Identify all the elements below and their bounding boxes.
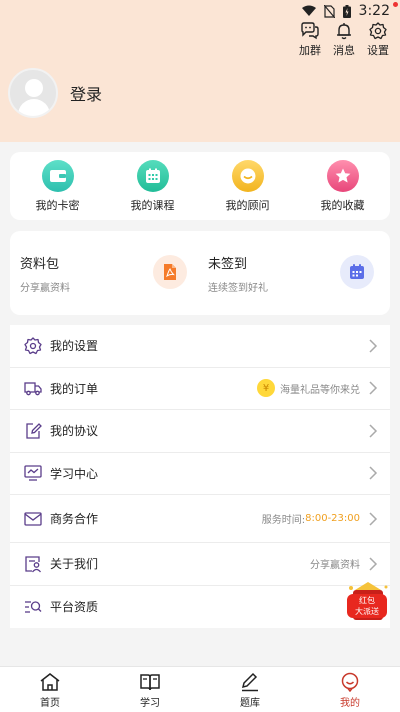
book-icon [140, 674, 160, 691]
list-search-icon [25, 601, 42, 613]
resource-pack-subtitle: 分享赢资料 [20, 283, 70, 294]
gear-icon [369, 22, 387, 40]
my-advisor-button[interactable]: 我的顾问 [208, 159, 288, 213]
menu-about-us[interactable]: 关于我们 分享赢资料 [10, 543, 390, 586]
avatar[interactable] [8, 68, 58, 118]
calendar-check-icon [340, 255, 374, 289]
coin-icon: ¥ [257, 379, 275, 398]
my-cards-button[interactable]: 我的卡密 [18, 159, 98, 213]
star-icon [326, 159, 359, 192]
menu-business-cooperation-label: 商务合作 [50, 512, 99, 526]
service-hours: 服务时间: 8:00-23:00 [261, 513, 360, 526]
settings-menu: 我的设置 我的订单 ¥ 海量礼品等你来兑 我的协议 学习中心 商务合作 服务时间:… [10, 325, 390, 628]
tab-home-label: 首页 [40, 698, 60, 709]
red-packet-tag: 红包 大派送 [347, 594, 387, 618]
chevron-right-icon [369, 511, 378, 526]
menu-platform-qualifications[interactable]: 平台资质 [10, 586, 390, 629]
my-courses-button[interactable]: 我的课程 [113, 159, 193, 213]
profile-header: 3:22 加群 消息 设置 登录 [0, 0, 400, 142]
orders-promo-text: 海量礼品等你来兑 [280, 384, 360, 396]
mail-icon [24, 511, 42, 526]
check-in-subtitle: 连续签到好礼 [208, 283, 268, 294]
messages-label: 消息 [333, 44, 355, 57]
menu-my-orders-label: 我的订单 [50, 381, 99, 396]
chat-smile-icon [231, 159, 264, 192]
my-courses-label: 我的课程 [130, 198, 175, 212]
check-in-button[interactable]: 未签到 连续签到好礼 [208, 231, 383, 315]
menu-learning-center-label: 学习中心 [50, 466, 99, 481]
features-card: 资料包 分享赢资料 未签到 连续签到好礼 [10, 231, 390, 315]
tab-question-bank[interactable]: 题库 [200, 667, 300, 712]
chevron-right-icon [369, 424, 378, 438]
tab-home[interactable]: 首页 [0, 667, 100, 712]
no-sim-icon [323, 4, 335, 18]
chevron-right-icon [369, 557, 378, 571]
chevron-right-icon [369, 381, 378, 395]
resource-pack-button[interactable]: 资料包 分享赢资料 [20, 231, 195, 315]
chevron-right-icon [369, 339, 378, 353]
chat-bubbles-icon [301, 22, 319, 40]
truck-icon [24, 382, 42, 396]
join-group-button[interactable]: 加群 [296, 22, 324, 58]
my-favorites-button[interactable]: 我的收藏 [303, 159, 383, 213]
bottom-tab-bar: 首页 学习 题库 我的 [0, 666, 400, 712]
settings-button[interactable]: 设置 [364, 22, 392, 58]
home-icon [40, 673, 60, 691]
red-packet-line1: 红包 [359, 596, 375, 605]
menu-learning-center[interactable]: 学习中心 [10, 453, 390, 495]
login-label[interactable]: 登录 [70, 81, 102, 105]
menu-my-settings-label: 我的设置 [50, 339, 99, 354]
menu-my-settings[interactable]: 我的设置 [10, 325, 390, 368]
resource-pack-title: 资料包 [20, 257, 60, 272]
menu-my-agreements[interactable]: 我的协议 [10, 410, 390, 453]
my-cards-label: 我的卡密 [35, 198, 80, 212]
my-advisor-label: 我的顾问 [225, 198, 270, 212]
tab-question-bank-label: 题库 [240, 698, 260, 709]
bell-icon [337, 23, 351, 40]
monitor-icon [24, 465, 42, 481]
menu-about-us-label: 关于我们 [50, 557, 99, 572]
check-in-title: 未签到 [208, 257, 248, 272]
quick-links-card: 我的卡密 我的课程 我的顾问 我的收藏 [10, 152, 390, 220]
login-area[interactable]: 登录 [8, 68, 102, 118]
red-packet-promo[interactable]: 红包 大派送 [345, 582, 391, 624]
menu-my-agreements-label: 我的协议 [50, 424, 99, 439]
tab-mine-label: 我的 [340, 698, 360, 709]
chevron-right-icon [369, 466, 378, 480]
gear-outline-icon [24, 337, 42, 354]
red-packet-line2: 大派送 [355, 607, 379, 616]
menu-business-cooperation[interactable]: 商务合作 服务时间: 8:00-23:00 [10, 495, 390, 543]
tab-study[interactable]: 学习 [100, 667, 200, 712]
pdf-icon [153, 255, 187, 289]
profile-icon [341, 672, 359, 692]
battery-icon [342, 4, 351, 18]
about-us-promo: 分享赢资料 [310, 560, 360, 572]
status-bar: 3:22 [0, 0, 400, 24]
menu-platform-qualifications-label: 平台资质 [50, 600, 99, 615]
pen-icon [241, 672, 258, 692]
menu-my-orders[interactable]: 我的订单 ¥ 海量礼品等你来兑 [10, 368, 390, 410]
tab-mine[interactable]: 我的 [300, 667, 400, 712]
settings-label: 设置 [367, 44, 389, 57]
wallet-icon [41, 159, 74, 192]
wifi-icon [301, 5, 316, 16]
join-group-label: 加群 [299, 44, 321, 57]
clock: 3:22 [358, 3, 390, 19]
tab-study-label: 学习 [140, 698, 160, 709]
calendar-icon [136, 159, 169, 192]
my-favorites-label: 我的收藏 [320, 198, 365, 212]
user-card-icon [25, 556, 42, 573]
edit-doc-icon [26, 422, 42, 439]
notification-dot [393, 2, 398, 7]
messages-button[interactable]: 消息 [330, 22, 358, 58]
